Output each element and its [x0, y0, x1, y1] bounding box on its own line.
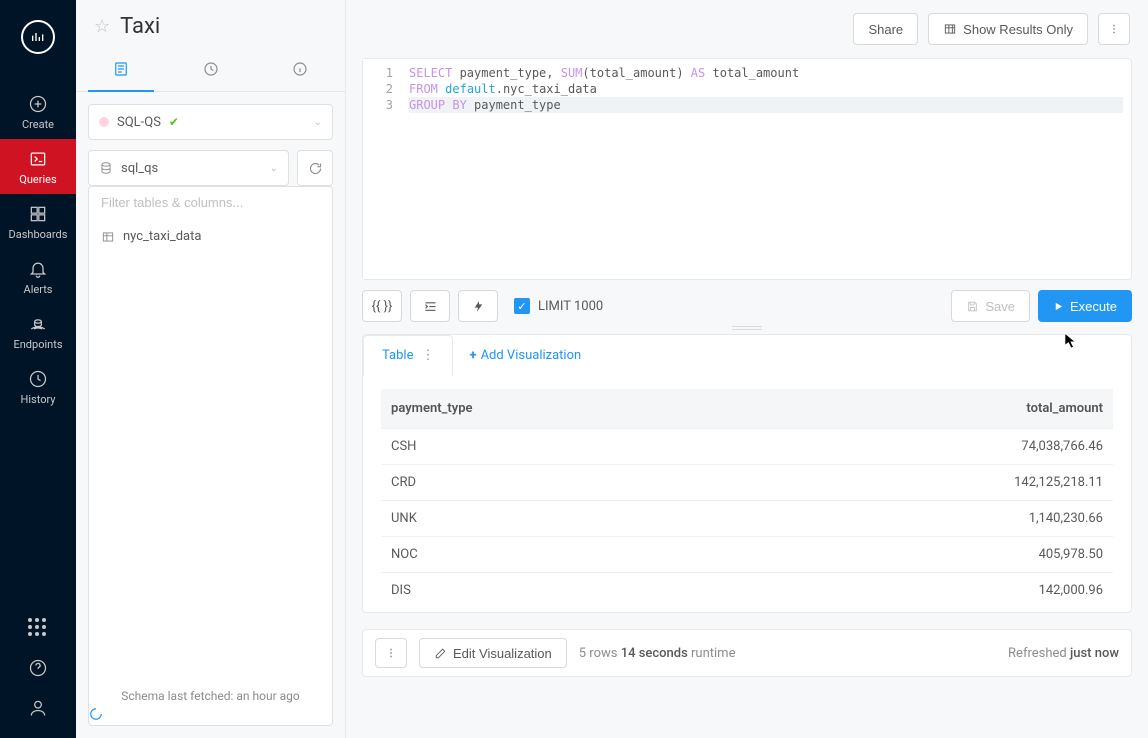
datasource-status-icon — [99, 117, 109, 127]
database-select[interactable]: sql_qs ⌄ — [88, 150, 289, 186]
datasource-name: SQL-QS — [117, 115, 161, 130]
star-icon[interactable]: ☆ — [94, 16, 110, 37]
checkbox-checked-icon: ✓ — [514, 298, 530, 314]
refresh-icon — [308, 161, 323, 176]
main-area: Share Show Results Only 123 SELECT payme… — [346, 0, 1148, 738]
nav-alerts[interactable]: Alerts — [0, 249, 76, 304]
info-icon — [291, 60, 309, 78]
results-more-button[interactable] — [375, 638, 407, 668]
tab-menu-icon[interactable]: ⋮ — [421, 348, 434, 363]
show-results-only-button[interactable]: Show Results Only — [928, 13, 1088, 45]
schema-sidebar: ☆ Taxi SQL-QS ✔ ⌄ sql_qs ⌄ — [76, 0, 346, 738]
limit-checkbox[interactable]: ✓ LIMIT 1000 — [514, 298, 603, 314]
chevron-down-icon: ⌄ — [270, 163, 278, 174]
nav-dashboards[interactable]: Dashboards — [0, 194, 76, 249]
kebab-icon — [384, 646, 398, 660]
app-logo[interactable] — [21, 20, 55, 54]
database-icon — [99, 161, 113, 175]
results-tab-table[interactable]: Table ⋮ — [363, 335, 453, 376]
edit-visualization-button[interactable]: Edit Visualization — [419, 638, 567, 668]
table-icon — [943, 22, 957, 36]
lightning-icon — [472, 300, 485, 313]
add-visualization-button[interactable]: + Add Visualization — [453, 336, 597, 375]
nav-create[interactable]: Create — [0, 84, 76, 139]
table-row: DIS142,000.96 — [381, 573, 1113, 609]
column-header[interactable]: payment_type — [381, 389, 734, 429]
schema-tab-history[interactable] — [166, 47, 256, 91]
check-icon: ✔ — [169, 115, 179, 129]
query-params-button[interactable]: {{ }} — [362, 290, 402, 322]
editor-gutter: 123 — [363, 59, 401, 279]
results-table: payment_typetotal_amount CSH74,038,766.4… — [381, 389, 1113, 608]
schema-tab-info[interactable] — [255, 47, 345, 91]
resize-handle[interactable] — [346, 326, 1148, 330]
datasource-select[interactable]: SQL-QS ✔ ⌄ — [88, 104, 333, 140]
table-row: CSH74,038,766.46 — [381, 429, 1113, 465]
schema-last-fetched: Schema last fetched: an hour ago — [89, 689, 332, 703]
schema-tab-datasource[interactable] — [76, 47, 166, 91]
editor-code[interactable]: SELECT payment_type, SUM(total_amount) A… — [401, 59, 1131, 279]
nav-endpoints-label: Endpoints — [13, 338, 62, 351]
nav-rail: Create Queries Dashboards Alerts Endpoin… — [0, 0, 76, 738]
more-menu-button[interactable] — [1098, 13, 1130, 45]
nav-queries-label: Queries — [19, 173, 56, 186]
edit-icon — [434, 647, 447, 660]
refresh-schema-button[interactable] — [297, 150, 333, 186]
nav-history-label: History — [21, 393, 56, 406]
user-icon[interactable] — [28, 698, 48, 718]
nav-history[interactable]: History — [0, 359, 76, 414]
play-icon — [1053, 301, 1064, 312]
sql-editor[interactable]: 123 SELECT payment_type, SUM(total_amoun… — [362, 58, 1132, 280]
results-status: 5 rows 14 seconds runtime — [579, 646, 736, 661]
table-row: UNK1,140,230.66 — [381, 501, 1113, 537]
indent-icon — [423, 299, 438, 314]
nav-dashboards-label: Dashboards — [9, 228, 68, 241]
nav-alerts-label: Alerts — [24, 283, 53, 296]
chevron-down-icon: ⌄ — [314, 117, 322, 128]
explain-button[interactable] — [458, 290, 498, 322]
page-title: Taxi — [120, 14, 160, 39]
table-row: CRD142,125,218.11 — [381, 465, 1113, 501]
execute-button[interactable]: Execute — [1038, 290, 1132, 322]
save-button[interactable]: Save — [951, 290, 1030, 322]
nav-create-label: Create — [22, 118, 54, 131]
database-name: sql_qs — [121, 161, 158, 176]
column-header[interactable]: total_amount — [734, 389, 1113, 429]
clock-icon — [202, 60, 220, 78]
nav-queries[interactable]: Queries — [0, 139, 76, 194]
refreshed-status: Refreshed just now — [1008, 646, 1119, 661]
apps-grid-icon[interactable] — [28, 618, 48, 638]
filter-tables-input[interactable] — [99, 187, 322, 219]
nav-endpoints[interactable]: Endpoints — [0, 304, 76, 359]
datasource-icon — [112, 60, 130, 78]
save-icon — [966, 300, 979, 313]
table-icon — [101, 230, 115, 244]
help-icon[interactable] — [28, 658, 48, 678]
table-item[interactable]: nyc_taxi_data — [99, 219, 322, 254]
format-query-button[interactable] — [410, 290, 450, 322]
table-row: NOC405,978.50 — [381, 537, 1113, 573]
kebab-icon — [1107, 22, 1121, 36]
loading-spinner-icon — [89, 707, 332, 721]
share-button[interactable]: Share — [853, 13, 918, 45]
